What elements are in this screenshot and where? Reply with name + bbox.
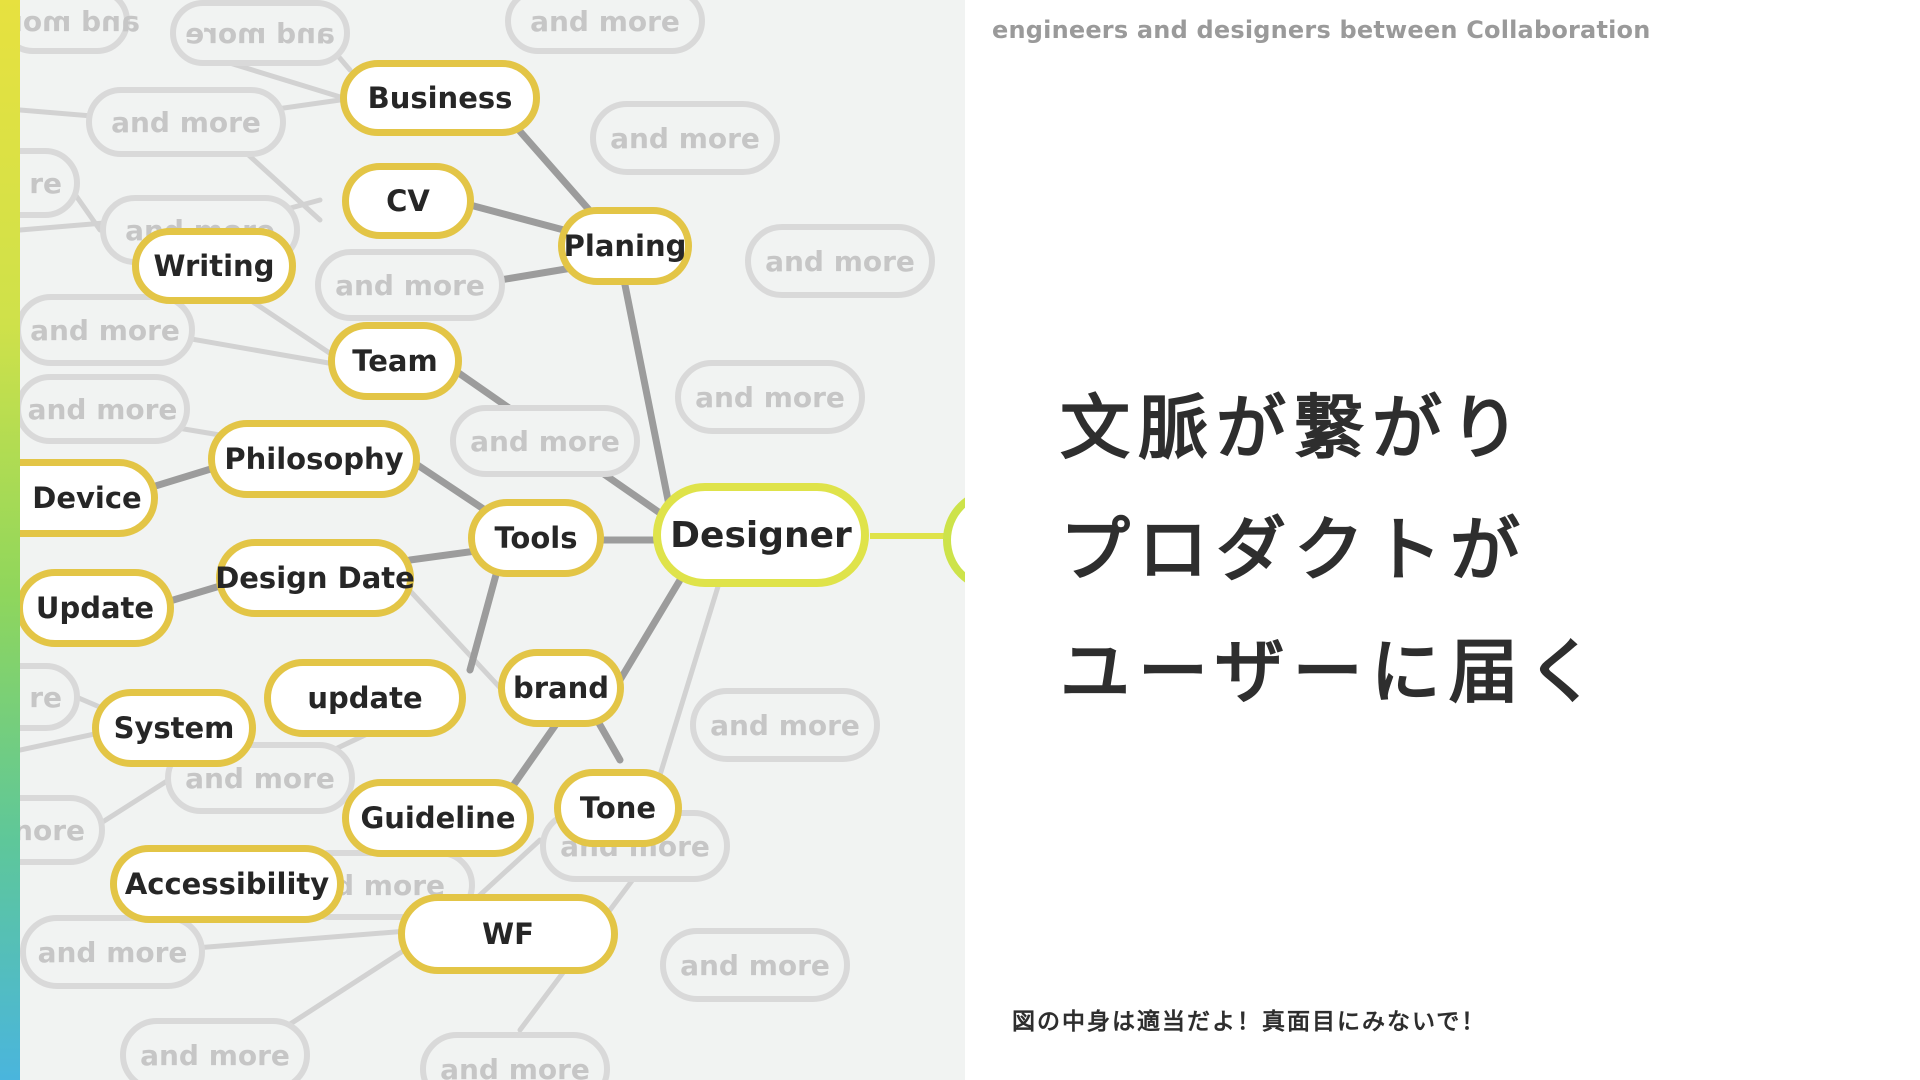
- ghost-node: and more: [590, 101, 780, 175]
- connector-dark: [616, 576, 684, 684]
- ghost-node: and more: [20, 294, 195, 366]
- ghost-node: and more: [120, 1018, 310, 1080]
- node-cv[interactable]: CV: [342, 163, 474, 239]
- node-philosophy[interactable]: Philosophy: [208, 420, 420, 498]
- connector-dark: [616, 256, 674, 514]
- mindmap-panel: and more and more and more and more and …: [20, 0, 965, 1080]
- ghost-node: and more: [505, 0, 705, 54]
- node-wf[interactable]: WF: [398, 894, 618, 974]
- ghost-node: and more: [20, 915, 205, 989]
- node-writing[interactable]: Writing: [132, 228, 296, 304]
- node-design-date[interactable]: Design Date: [215, 539, 415, 617]
- connector-dark: [466, 556, 504, 674]
- ghost-node: and more: [690, 688, 880, 762]
- node-business[interactable]: Business: [340, 60, 540, 136]
- node-tools[interactable]: Tools: [468, 499, 604, 577]
- ghost-node: and more: [450, 405, 640, 477]
- headline-line-1: 文脈が繋がり: [1060, 387, 1528, 469]
- ghost-node-mirrored: and more: [20, 0, 140, 54]
- connector-light: [167, 927, 423, 953]
- ghost-node: and more: [420, 1032, 610, 1080]
- node-guideline[interactable]: Guideline: [342, 779, 534, 857]
- subtitle: engineers and designers between Collabor…: [992, 16, 1651, 44]
- node-accessibility[interactable]: Accessibility: [110, 845, 344, 923]
- ghost-node: and more: [660, 928, 850, 1002]
- offscreen-hub-node: [943, 497, 965, 583]
- node-team[interactable]: Team: [328, 322, 462, 400]
- ghost-node: and more: [675, 360, 865, 434]
- ghost-node-mirrored: and more: [170, 0, 350, 66]
- node-system[interactable]: System: [92, 689, 256, 767]
- node-device[interactable]: Device: [20, 459, 158, 537]
- accent-gradient-bar: [0, 0, 20, 1080]
- headline-line-2: プロダクトが: [1060, 509, 1528, 591]
- node-update-lower[interactable]: update: [264, 659, 466, 737]
- headline-line-3: ユーザーに届く: [1060, 631, 1605, 713]
- footnote: 図の中身は適当だよ！真面目にみないで！: [1012, 1009, 1487, 1035]
- node-brand[interactable]: brand: [498, 649, 624, 727]
- node-tone[interactable]: Tone: [554, 769, 682, 847]
- node-designer-hub[interactable]: Designer: [653, 483, 869, 587]
- ghost-node-partial: nore: [20, 795, 105, 865]
- ghost-node: and more: [20, 374, 190, 444]
- node-update[interactable]: Update: [20, 569, 174, 647]
- ghost-node: and more: [315, 249, 505, 321]
- node-planing[interactable]: Planing: [558, 207, 692, 285]
- ghost-node: and more: [86, 87, 286, 157]
- ghost-node: and more: [745, 224, 935, 298]
